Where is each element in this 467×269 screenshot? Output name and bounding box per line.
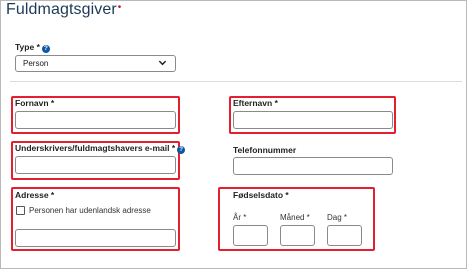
divider [10,81,462,82]
chevron-down-icon [158,58,167,69]
type-label-text: Type * [15,42,40,52]
foedselsdato-label: Fødselsdato * [233,190,289,200]
adresse-label: Adresse * [15,190,55,200]
type-select[interactable]: Person [15,55,176,72]
fornavn-label: Fornavn * [15,98,55,108]
udenlandsk-checkbox-label[interactable]: Personen har udenlandsk adresse [29,206,151,215]
telefon-label: Telefonnummer [233,145,297,155]
efternavn-label: Efternavn * [233,98,278,108]
efternavn-input[interactable] [233,111,393,129]
email-label: Underskrivers/fuldmagtshavers e-mail *? [15,143,186,154]
year-label: År * [233,213,247,222]
fornavn-input[interactable] [15,111,176,129]
adresse-input[interactable] [15,229,176,247]
email-input[interactable] [15,156,176,174]
day-input[interactable] [327,225,362,246]
year-input[interactable] [233,225,268,246]
month-input[interactable] [280,225,315,246]
month-label: Måned * [280,213,310,222]
section-title-text: Fuldmagtsgiver [6,1,117,18]
telefon-input[interactable] [233,157,393,175]
day-label: Dag * [327,213,348,222]
required-mark: • [117,2,122,13]
help-icon[interactable]: ? [41,45,50,53]
type-label: Type *? [15,42,50,53]
help-icon[interactable]: ? [177,146,186,154]
type-select-value: Person [23,59,49,68]
section-title: Fuldmagtsgiver• [6,1,121,19]
email-label-text: Underskrivers/fuldmagtshavers e-mail * [15,143,176,153]
udenlandsk-checkbox[interactable] [16,206,25,215]
